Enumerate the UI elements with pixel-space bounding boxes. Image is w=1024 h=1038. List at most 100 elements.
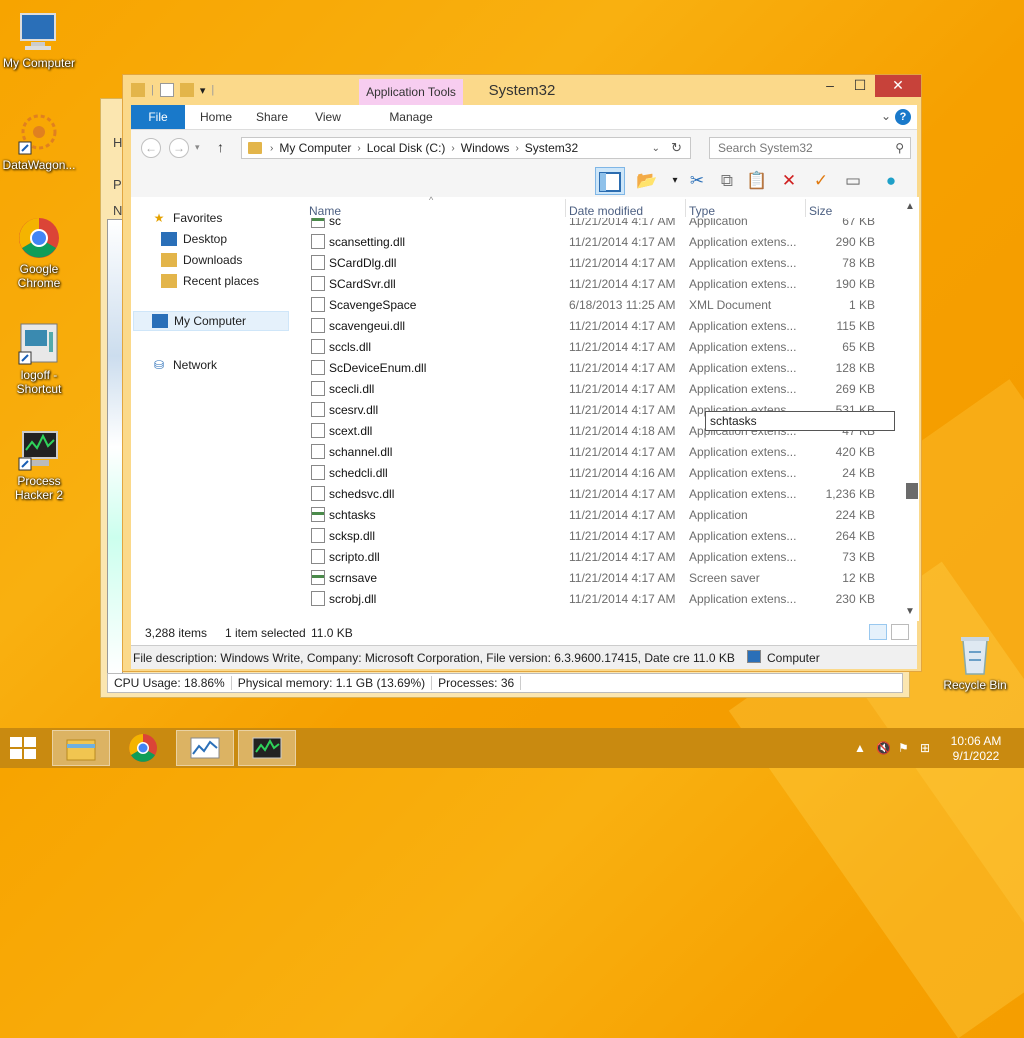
nav-favorites[interactable]: ★ Favorites: [151, 211, 223, 225]
column-divider[interactable]: [565, 199, 566, 217]
breadcrumb-windows[interactable]: Windows: [461, 141, 510, 155]
taskbar-process-hacker[interactable]: [238, 730, 296, 766]
recent-locations-chevron-icon[interactable]: ▾: [195, 142, 200, 153]
up-button[interactable]: ↑: [217, 139, 224, 155]
refresh-icon[interactable]: ↻: [671, 140, 682, 156]
file-row[interactable]: scrnsave 11/21/2014 4:17 AM Screen saver 12…: [309, 567, 899, 588]
column-name[interactable]: Name: [309, 204, 341, 218]
cut-icon[interactable]: ✂: [685, 169, 709, 193]
action-center-icon[interactable]: ⚑: [898, 741, 909, 755]
tab-file[interactable]: File: [131, 105, 185, 129]
file-row[interactable]: SCardSvr.dll 11/21/2014 4:17 AM Applicatio…: [309, 273, 899, 294]
forward-button[interactable]: →: [169, 138, 189, 158]
desktop-icon-datawagon[interactable]: DataWagon...: [0, 112, 78, 172]
file-row[interactable]: SCardDlg.dll 11/21/2014 4:17 AM Applicatio…: [309, 252, 899, 273]
file-date: 11/21/2014 4:17 AM: [569, 235, 676, 249]
column-divider[interactable]: [805, 199, 806, 217]
file-row[interactable]: sc 11/21/2014 4:17 AM Application 67 KB: [309, 218, 899, 231]
taskbar-file-explorer[interactable]: [52, 730, 110, 766]
desktop-icon: [161, 232, 177, 246]
help-icon[interactable]: ?: [895, 109, 911, 125]
nav-desktop[interactable]: Desktop: [161, 232, 227, 246]
network-icon[interactable]: ⊞: [920, 741, 930, 755]
column-type[interactable]: Type: [689, 204, 715, 218]
file-row[interactable]: ScavengeSpace 6/18/2013 11:25 AM XML Docum…: [309, 294, 899, 315]
column-divider[interactable]: [685, 199, 686, 217]
desktop-icon-process-hacker[interactable]: Process Hacker 2: [0, 428, 78, 502]
file-row[interactable]: scavengeui.dll 11/21/2014 4:17 AM Applicat…: [309, 315, 899, 336]
show-hidden-icons-icon[interactable]: ▲: [854, 741, 866, 755]
breadcrumb-my-computer[interactable]: My Computer: [279, 141, 351, 155]
dll-file-icon: [311, 339, 325, 354]
file-row[interactable]: scrobj.dll 11/21/2014 4:17 AM Application …: [309, 588, 899, 609]
nav-network[interactable]: ⛁ Network: [151, 358, 217, 372]
file-type: Application extens...: [689, 235, 797, 249]
close-button[interactable]: ✕: [875, 75, 921, 97]
file-row[interactable]: schedcli.dll 11/21/2014 4:16 AM Applicatio…: [309, 462, 899, 483]
preview-pane-icon[interactable]: [595, 167, 625, 195]
title-bar[interactable]: | ▾ | Application Tools System32 – ☐ ✕: [123, 75, 921, 105]
file-row[interactable]: scecli.dll 11/21/2014 4:17 AM Application …: [309, 378, 899, 399]
desktop-icon-chrome[interactable]: Google Chrome: [0, 216, 78, 290]
address-dropdown-icon[interactable]: ⌄: [652, 143, 660, 154]
paste-icon[interactable]: 📋: [745, 169, 769, 193]
downloads-icon: [161, 253, 177, 267]
tab-share[interactable]: Share: [249, 105, 295, 129]
desktop-icon-logoff[interactable]: logoff - Shortcut: [0, 322, 78, 396]
desktop-icon-my-computer[interactable]: My Computer: [0, 10, 78, 70]
minimize-button[interactable]: –: [815, 75, 845, 97]
explorer-window[interactable]: | ▾ | Application Tools System32 – ☐ ✕ F…: [122, 74, 922, 672]
nav-downloads[interactable]: Downloads: [161, 253, 242, 267]
copy-icon[interactable]: ⧉: [715, 169, 739, 193]
nav-recent-places[interactable]: Recent places: [161, 274, 259, 288]
description-bar: File description: Windows Write, Company…: [131, 645, 917, 669]
details-view-icon[interactable]: [869, 624, 887, 640]
scroll-down-icon[interactable]: ▼: [905, 606, 915, 617]
file-name: schtasks: [329, 508, 376, 522]
check-icon[interactable]: ✓: [809, 169, 833, 193]
breadcrumb-local-disk[interactable]: Local Disk (C:): [367, 141, 446, 155]
tab-manage[interactable]: Manage: [359, 105, 463, 129]
nav-my-computer[interactable]: My Computer: [133, 311, 289, 331]
navigation-bar: ← → ▾ ↑ › My Computer › Local Disk (C:) …: [131, 129, 917, 165]
taskbar-chrome[interactable]: [114, 730, 172, 766]
taskbar-process-hacker-window[interactable]: [176, 730, 234, 766]
folder-options-chevron-icon[interactable]: ▾: [663, 169, 687, 193]
file-row[interactable]: scksp.dll 11/21/2014 4:17 AM Application e…: [309, 525, 899, 546]
address-bar[interactable]: › My Computer › Local Disk (C:) › Window…: [241, 137, 691, 159]
large-icons-view-icon[interactable]: [891, 624, 909, 640]
desktop-icon-recycle-bin[interactable]: Recycle Bin: [936, 632, 1014, 692]
file-row[interactable]: schannel.dll 11/21/2014 4:17 AM Applicatio…: [309, 441, 899, 462]
file-row[interactable]: scansetting.dll 11/21/2014 4:17 AM Applica…: [309, 231, 899, 252]
content-area: ★ Favorites Desktop Downloads Recent pla…: [131, 195, 919, 621]
file-row[interactable]: schtasks 11/21/2014 4:17 AM Application 224…: [309, 504, 899, 525]
vertical-scrollbar[interactable]: ▲ ▼: [903, 197, 919, 621]
file-row[interactable]: ScDeviceEnum.dll 11/21/2014 4:17 AM Applic…: [309, 357, 899, 378]
column-size[interactable]: Size: [809, 204, 832, 218]
maximize-button[interactable]: ☐: [845, 75, 875, 97]
tab-view[interactable]: View: [305, 105, 351, 129]
ribbon-expand-chevron-icon[interactable]: ⌄: [881, 109, 891, 123]
start-button[interactable]: [10, 737, 38, 761]
rename-icon[interactable]: ▭: [841, 169, 865, 193]
dll-file-icon: [311, 276, 325, 291]
network-globe-icon[interactable]: ●: [879, 169, 903, 193]
side-letter: N: [113, 203, 123, 218]
delete-icon[interactable]: ✕: [777, 169, 801, 193]
search-input[interactable]: Search System32 ⚲: [709, 137, 911, 159]
breadcrumb-system32[interactable]: System32: [525, 141, 578, 155]
file-row[interactable]: schedsvc.dll 11/21/2014 4:17 AM Applicatio…: [309, 483, 899, 504]
clock[interactable]: 10:06 AM 9/1/2022: [946, 734, 1006, 764]
tab-home[interactable]: Home: [193, 105, 239, 129]
rename-input[interactable]: schtasks: [705, 411, 895, 431]
breadcrumb-separator-icon: ›: [451, 142, 455, 154]
scrollbar-thumb[interactable]: [906, 483, 918, 499]
folder-options-icon[interactable]: 📂: [635, 169, 659, 193]
volume-muted-icon[interactable]: 🔇: [876, 741, 891, 755]
dll-file-icon: [311, 234, 325, 249]
file-row[interactable]: sccls.dll 11/21/2014 4:17 AM Application e…: [309, 336, 899, 357]
file-row[interactable]: scripto.dll 11/21/2014 4:17 AM Application…: [309, 546, 899, 567]
column-date-modified[interactable]: Date modified: [569, 204, 643, 218]
scroll-up-icon[interactable]: ▲: [905, 201, 915, 212]
back-button[interactable]: ←: [141, 138, 161, 158]
